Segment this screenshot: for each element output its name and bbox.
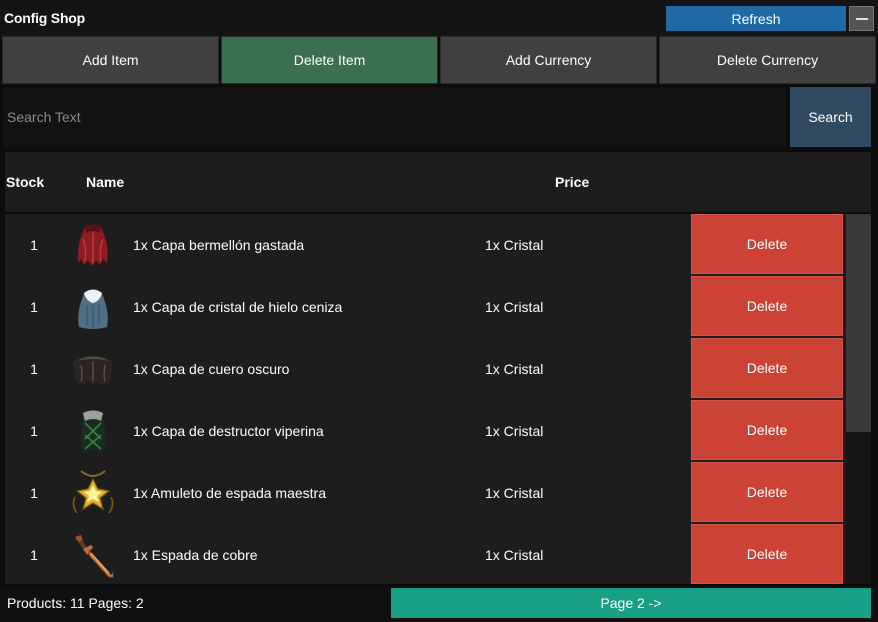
table-row: 1 1x Espada de cobre 1x Cristal Delete bbox=[5, 524, 845, 584]
row-name: 1x Capa de destructor viperina bbox=[133, 423, 324, 439]
scrollbar-thumb[interactable] bbox=[846, 214, 871, 432]
tab-bar: Add Item Delete Item Add Currency Delete… bbox=[2, 36, 876, 84]
row-price: 1x Cristal bbox=[485, 423, 544, 439]
row-stock: 1 bbox=[30, 299, 38, 315]
minimize-icon bbox=[855, 17, 868, 20]
row-stock: 1 bbox=[30, 237, 38, 253]
tab-add-item[interactable]: Add Item bbox=[2, 36, 219, 84]
delete-button[interactable]: Delete bbox=[691, 338, 843, 398]
row-price: 1x Cristal bbox=[485, 237, 544, 253]
tab-delete-currency[interactable]: Delete Currency bbox=[659, 36, 876, 84]
red-cape-icon bbox=[77, 224, 108, 266]
leather-cape-icon bbox=[73, 355, 113, 386]
search-row: Search bbox=[0, 86, 878, 150]
item-list: 1 1x Capa bermellón gastada 1x Cristal D… bbox=[5, 214, 871, 584]
table-header: Stock Name Price bbox=[5, 152, 871, 212]
next-page-button[interactable]: Page 2 -> bbox=[391, 588, 871, 618]
row-name: 1x Capa de cuero oscuro bbox=[133, 361, 290, 377]
table-row: 1 1x Capa de cristal de hielo ceniza 1x … bbox=[5, 276, 845, 338]
table-row: 1 1x Capa de cuero oscuro 1x Cristal Del… bbox=[5, 338, 845, 400]
row-name: 1x Espada de cobre bbox=[133, 547, 258, 563]
row-stock: 1 bbox=[30, 361, 38, 377]
row-stock: 1 bbox=[30, 423, 38, 439]
search-input[interactable] bbox=[3, 87, 786, 147]
refresh-button[interactable]: Refresh bbox=[666, 6, 846, 31]
row-price: 1x Cristal bbox=[485, 485, 544, 501]
window-title: Config Shop bbox=[4, 10, 86, 26]
header-stock: Stock bbox=[6, 174, 45, 190]
search-button[interactable]: Search bbox=[790, 87, 871, 147]
row-name: 1x Amuleto de espada maestra bbox=[133, 485, 327, 501]
table-row: 1 1x Capa de destructor viperina 1x Cris… bbox=[5, 400, 845, 462]
title-bar: Config Shop Refresh bbox=[0, 0, 878, 36]
row-name: 1x Capa bermellón gastada bbox=[133, 237, 305, 253]
ice-cape-icon bbox=[78, 289, 108, 329]
table-row: 1 1x Capa bermellón gastada 1x Cristal D… bbox=[5, 214, 845, 276]
list-scrollbar[interactable] bbox=[846, 214, 871, 584]
delete-button[interactable]: Delete bbox=[691, 524, 843, 584]
row-price: 1x Cristal bbox=[485, 299, 544, 315]
footer: Products: 11 Pages: 2 Page 2 -> bbox=[0, 586, 878, 622]
minimize-button[interactable] bbox=[849, 6, 874, 31]
delete-button[interactable]: Delete bbox=[691, 214, 843, 274]
copper-sword-icon bbox=[75, 535, 114, 578]
header-name: Name bbox=[86, 174, 125, 190]
tab-delete-item[interactable]: Delete Item bbox=[221, 36, 438, 84]
delete-button[interactable]: Delete bbox=[691, 462, 843, 522]
tab-add-currency[interactable]: Add Currency bbox=[440, 36, 657, 84]
products-pages-info: Products: 11 Pages: 2 bbox=[7, 595, 144, 611]
row-stock: 1 bbox=[30, 485, 38, 501]
row-price: 1x Cristal bbox=[485, 547, 544, 563]
delete-button[interactable]: Delete bbox=[691, 276, 843, 336]
table-row: 1 1x Amuleto de espada maestra 1x Crista… bbox=[5, 462, 845, 524]
amulet-icon bbox=[72, 470, 114, 514]
row-name: 1x Capa de cristal de hielo ceniza bbox=[133, 299, 343, 315]
header-price: Price bbox=[555, 174, 590, 190]
viper-cape-icon bbox=[80, 410, 106, 453]
row-stock: 1 bbox=[30, 547, 38, 563]
row-price: 1x Cristal bbox=[485, 361, 544, 377]
delete-button[interactable]: Delete bbox=[691, 400, 843, 460]
